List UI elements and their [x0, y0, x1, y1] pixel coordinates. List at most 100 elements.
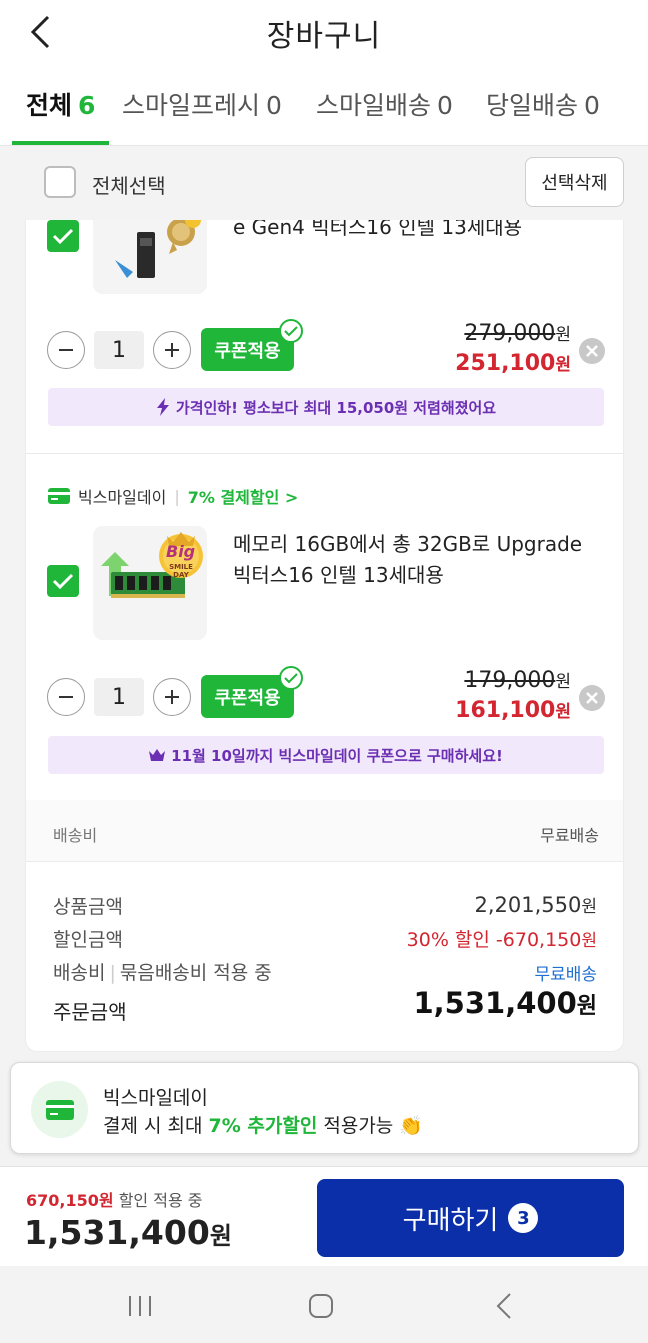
tab-count: 0 — [584, 91, 600, 120]
quantity-increase-button[interactable] — [153, 331, 191, 369]
quantity-value[interactable]: 1 — [94, 678, 144, 716]
quantity-decrease-button[interactable] — [47, 678, 85, 716]
currency-unit: 원 — [581, 897, 597, 917]
big-smile-badge-text: Big — [166, 542, 196, 561]
banner-text-suffix: 적용가능 — [317, 1115, 394, 1137]
tab-label: 전체 — [26, 91, 73, 120]
select-all-bar: 전체선택 선택삭제 — [0, 146, 648, 220]
active-tab-indicator — [12, 141, 109, 145]
store-name: 빅스마일데이 — [78, 488, 167, 507]
delete-selected-button[interactable]: 선택삭제 — [525, 157, 624, 207]
recent-apps-button[interactable] — [122, 1288, 158, 1324]
system-nav-bar — [0, 1266, 648, 1343]
total-price: 1,531,400원 — [24, 1213, 232, 1252]
item-divider — [26, 453, 623, 454]
quantity-decrease-button[interactable] — [47, 331, 85, 369]
quantity-increase-button[interactable] — [153, 678, 191, 716]
store-discount-link[interactable]: 7% 결제할인 > — [188, 484, 299, 508]
purchase-label: 구매하기 — [402, 1205, 499, 1236]
item-checkbox[interactable] — [47, 565, 79, 597]
product-amount: 2,201,550원 — [474, 892, 597, 917]
item-checkbox[interactable] — [47, 220, 79, 252]
bundle-shipping-note: 묶음배송비 적용 중 — [119, 962, 272, 984]
card-discount-banner[interactable]: 빅스마일데이 결제 시 최대 7% 추가할인 적용가능 👏 — [10, 1062, 639, 1154]
select-all-label: 전체선택 — [92, 174, 166, 198]
page-title: 장바구니 — [266, 19, 382, 54]
tab-smile-delivery[interactable]: 스마일배송 0 — [316, 86, 453, 122]
lightning-icon — [156, 398, 169, 416]
cart-list: e Gen4 빅터스16 인텔 13세대용 1 쿠폰적용 279,000원 25… — [25, 220, 624, 1052]
currency-unit: 원 — [209, 1222, 232, 1250]
minus-icon — [59, 696, 73, 698]
tab-smile-fresh[interactable]: 스마일프레시 0 — [122, 86, 282, 122]
tab-count: 0 — [266, 91, 282, 120]
banner-text-prefix: 결제 시 최대 — [103, 1115, 209, 1137]
tab-label: 스마일배송 — [316, 91, 432, 120]
big-smile-badge-subtext: SMILE DAY — [169, 563, 193, 579]
original-price-value: 179,000 — [464, 668, 556, 693]
shipping-value: 무료배송 — [540, 826, 599, 845]
shipping-label: 배송비 — [53, 826, 98, 845]
close-icon — [586, 345, 598, 357]
discount-amount-label: 할인금액 — [53, 929, 123, 951]
shipping-fee-value: 무료배송 — [534, 965, 597, 985]
currency-unit: 원 — [555, 355, 571, 375]
original-price: 179,000원 — [464, 667, 571, 693]
price-drop-banner: 가격인하! 평소보다 최대 15,050원 저렴해졌어요 — [48, 388, 604, 426]
coupon-promo-banner: 11월 10일까지 빅스마일데이 쿠폰으로 구매하세요! — [48, 736, 604, 774]
plus-icon — [165, 343, 179, 357]
ssd-product-image — [93, 220, 207, 294]
plus-icon — [165, 690, 179, 704]
purchase-button[interactable]: 구매하기 3 — [317, 1179, 624, 1257]
quantity-value[interactable]: 1 — [94, 331, 144, 369]
tab-same-day[interactable]: 당일배송 0 — [486, 86, 600, 122]
tab-count: 6 — [78, 91, 96, 120]
card-icon — [48, 488, 70, 504]
coupon-applied-check-icon — [279, 666, 303, 690]
product-name[interactable]: 메모리 16GB에서 총 32GB로 Upgrade 빅터스16 인텔 13세대… — [233, 529, 603, 591]
tab-label: 스마일프레시 — [122, 91, 261, 120]
currency-unit: 원 — [555, 702, 571, 722]
discount-amount: 30% 할인 -670,150원 — [407, 925, 597, 952]
shipping-row: 배송비 무료배송 — [26, 800, 623, 862]
sale-price: 251,100원 — [455, 350, 571, 376]
order-amount-label: 주문금액 — [53, 1000, 127, 1024]
separator: | — [109, 962, 116, 984]
checkout-bar: 670,150원 할인 적용 중 1,531,400원 구매하기 3 — [0, 1166, 648, 1266]
tab-all[interactable]: 전체 6 — [26, 86, 95, 122]
original-price: 279,000원 — [464, 320, 571, 346]
recent-apps-icon — [129, 1296, 151, 1316]
back-button[interactable] — [22, 12, 58, 52]
product-thumbnail[interactable] — [93, 220, 207, 294]
card-icon-circle — [31, 1081, 88, 1138]
remove-item-button[interactable] — [579, 685, 605, 711]
product-name[interactable]: e Gen4 빅터스16 인텔 13세대용 — [233, 220, 603, 243]
applied-discount-text: 할인 적용 중 — [113, 1191, 203, 1210]
clap-icon: 👏 — [399, 1115, 424, 1137]
total-price-value: 1,531,400 — [24, 1213, 210, 1252]
tab-bar: 전체 6 스마일프레시 0 스마일배송 0 당일배송 0 — [0, 66, 648, 146]
home-button[interactable] — [303, 1288, 339, 1324]
remove-item-button[interactable] — [579, 338, 605, 364]
select-all-checkbox[interactable] — [44, 166, 76, 198]
app-header: 장바구니 — [0, 0, 648, 66]
system-back-button[interactable] — [486, 1288, 522, 1324]
separator: | — [174, 486, 180, 506]
currency-unit: 원 — [576, 994, 597, 1019]
order-amount-value: 1,531,400 — [413, 986, 577, 1020]
close-icon — [586, 692, 598, 704]
banner-text: 결제 시 최대 7% 추가할인 적용가능 👏 — [103, 1111, 423, 1138]
tab-label: 당일배송 — [486, 91, 579, 120]
promo-text: 11월 10일까지 빅스마일데이 쿠폰으로 구매하세요! — [171, 746, 503, 765]
shipping-fee-label-text: 배송비 — [53, 962, 106, 984]
applied-discount-amount: 670,150원 — [26, 1191, 114, 1210]
check-icon — [52, 573, 74, 590]
sale-price-value: 161,100 — [455, 698, 556, 723]
sale-price: 161,100원 — [455, 697, 571, 723]
purchase-count-badge: 3 — [508, 1203, 539, 1233]
home-icon — [309, 1294, 333, 1318]
store-row[interactable]: 빅스마일데이 | 7% 결제할인 > — [48, 484, 298, 508]
coupon-applied-check-icon — [279, 319, 303, 343]
back-icon — [496, 1293, 511, 1319]
check-icon — [52, 228, 74, 245]
